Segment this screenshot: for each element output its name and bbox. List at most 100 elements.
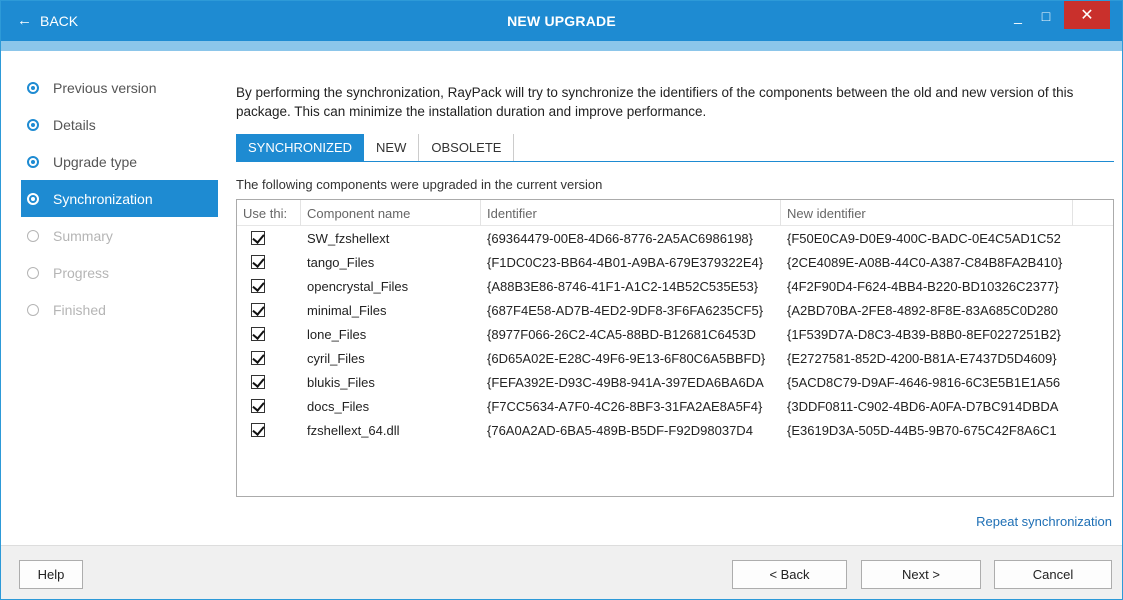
component-name-cell: lone_Files xyxy=(307,326,367,342)
step-previous-version[interactable]: Previous version xyxy=(21,69,218,106)
use-cell xyxy=(237,298,301,322)
use-checkbox[interactable] xyxy=(251,279,265,293)
component-name-cell: SW_fzshellext xyxy=(307,230,390,246)
table-row[interactable]: tango_Files {F1DC0C23-BB64-4B01-A9BA-679… xyxy=(237,250,1113,274)
grid-header: Use thi: Component name Identifier New i… xyxy=(237,200,1113,226)
new-identifier-cell: {1F539D7A-D8C3-4B39-B8B0-8EF0227251B2} xyxy=(787,326,1061,342)
use-cell xyxy=(237,226,301,250)
title-sub-bar xyxy=(1,41,1122,51)
repeat-synchronization-link[interactable]: Repeat synchronization xyxy=(976,514,1112,529)
use-checkbox[interactable] xyxy=(251,399,265,413)
new-identifier-cell: {F50E0CA9-D0E9-400C-BADC-0E4C5AD1C52 xyxy=(787,230,1061,246)
component-name-cell: minimal_Files xyxy=(307,302,387,318)
step-label: Finished xyxy=(53,301,106,318)
use-checkbox[interactable] xyxy=(251,231,265,245)
help-button[interactable]: Help xyxy=(19,560,83,589)
step-label: Summary xyxy=(53,227,113,244)
table-row[interactable]: SW_fzshellext {69364479-00E8-4D66-8776-2… xyxy=(237,226,1113,250)
component-name-cell: fzshellext_64.dll xyxy=(307,422,400,438)
new-identifier-cell: {5ACD8C79-D9AF-4646-9816-6C3E5B1E1A56 xyxy=(787,374,1061,390)
upgrade-window: ← BACK NEW UPGRADE _ □ ✕ Previous versio… xyxy=(0,0,1123,600)
new-identifier-cell: {E3619D3A-505D-44B5-9B70-675C42F8A6C1 xyxy=(787,422,1057,438)
wizard-steps: Previous version Details Upgrade type Sy… xyxy=(21,69,218,328)
use-cell xyxy=(237,418,301,442)
step-bullet-icon xyxy=(27,303,39,316)
use-checkbox[interactable] xyxy=(251,375,265,389)
title-bar: ← BACK NEW UPGRADE _ □ ✕ xyxy=(1,1,1122,41)
component-name-cell: opencrystal_Files xyxy=(307,278,409,294)
step-bullet-icon xyxy=(27,118,39,131)
maximize-icon[interactable]: □ xyxy=(1033,1,1059,31)
table-row[interactable]: docs_Files {F7CC5634-A7F0-4C26-8BF3-31FA… xyxy=(237,394,1113,418)
use-checkbox[interactable] xyxy=(251,351,265,365)
component-name-cell: docs_Files xyxy=(307,398,370,414)
grid-caption: The following components were upgraded i… xyxy=(236,177,603,192)
minimize-icon[interactable]: _ xyxy=(1005,1,1031,31)
component-name-cell: cyril_Files xyxy=(307,350,365,366)
use-cell xyxy=(237,346,301,370)
column-header-use[interactable]: Use thi: xyxy=(237,200,301,226)
window-title: NEW UPGRADE xyxy=(507,13,616,29)
new-identifier-cell: {E2727581-852D-4200-B81A-E7437D5D4609} xyxy=(787,350,1057,366)
table-row[interactable]: cyril_Files {6D65A02E-E28C-49F6-9E13-6F8… xyxy=(237,346,1113,370)
step-label: Progress xyxy=(53,264,110,281)
identifier-cell: {FEFA392E-D93C-49B8-941A-397EDA6BA6DA xyxy=(487,374,764,390)
step-finished: Finished xyxy=(21,291,218,328)
use-checkbox[interactable] xyxy=(251,255,265,269)
step-label: Previous version xyxy=(53,79,157,96)
new-identifier-cell: {A2BD70BA-2FE8-4892-8F8E-83A685C0D280 xyxy=(787,302,1059,318)
back-button[interactable]: < Back xyxy=(732,560,847,589)
component-name-cell: tango_Files xyxy=(307,254,375,270)
new-identifier-cell: {3DDF0811-C902-4BD6-A0FA-D7BC914DBDA xyxy=(787,398,1059,414)
step-synchronization[interactable]: Synchronization xyxy=(21,180,218,217)
step-bullet-icon xyxy=(27,155,39,168)
table-row[interactable]: minimal_Files {687F4E58-AD7B-4ED2-9DF8-3… xyxy=(237,298,1113,322)
step-details[interactable]: Details xyxy=(21,106,218,143)
step-bullet-icon xyxy=(27,266,39,279)
identifier-cell: {F1DC0C23-BB64-4B01-A9BA-679E379322E4} xyxy=(487,254,764,270)
use-cell xyxy=(237,274,301,298)
use-cell xyxy=(237,394,301,418)
use-checkbox[interactable] xyxy=(251,423,265,437)
cancel-button[interactable]: Cancel xyxy=(994,560,1112,589)
tab-new[interactable]: NEW xyxy=(364,134,420,161)
component-name-cell: blukis_Files xyxy=(307,374,375,390)
step-bullet-icon xyxy=(27,229,39,242)
tab-strip: SYNCHRONIZED NEW OBSOLETE xyxy=(236,134,1114,162)
tab-obsolete[interactable]: OBSOLETE xyxy=(419,134,515,161)
close-icon[interactable]: ✕ xyxy=(1064,1,1110,29)
step-label: Details xyxy=(53,116,96,133)
footer-bar: Help < Back Next > Cancel xyxy=(1,545,1122,599)
column-header-component-name[interactable]: Component name xyxy=(301,200,481,226)
use-checkbox[interactable] xyxy=(251,327,265,341)
step-progress: Progress xyxy=(21,254,218,291)
use-cell xyxy=(237,322,301,346)
step-bullet-icon xyxy=(27,81,39,94)
identifier-cell: {69364479-00E8-4D66-8776-2A5AC6986198} xyxy=(487,230,753,246)
use-cell xyxy=(237,370,301,394)
identifier-cell: {6D65A02E-E28C-49F6-9E13-6F80C6A5BBFD} xyxy=(487,350,766,366)
table-row[interactable]: blukis_Files {FEFA392E-D93C-49B8-941A-39… xyxy=(237,370,1113,394)
column-header-new-identifier[interactable]: New identifier xyxy=(781,200,1073,226)
step-label: Upgrade type xyxy=(53,153,138,170)
next-button[interactable]: Next > xyxy=(861,560,981,589)
identifier-cell: {A88B3E86-8746-41F1-A1C2-14B52C535E53} xyxy=(487,278,759,294)
tab-synchronized[interactable]: SYNCHRONIZED xyxy=(236,134,365,161)
use-cell xyxy=(237,250,301,274)
identifier-cell: {687F4E58-AD7B-4ED2-9DF8-3F6FA6235CF5} xyxy=(487,302,764,318)
table-row[interactable]: fzshellext_64.dll {76A0A2AD-6BA5-489B-B5… xyxy=(237,418,1113,442)
column-header-identifier[interactable]: Identifier xyxy=(481,200,781,226)
identifier-cell: {F7CC5634-A7F0-4C26-8BF3-31FA2AE8A5F4} xyxy=(487,398,763,414)
new-identifier-cell: {2CE4089E-A08B-44C0-A387-C84B8FA2B410} xyxy=(787,254,1063,270)
step-upgrade-type[interactable]: Upgrade type xyxy=(21,143,218,180)
step-summary: Summary xyxy=(21,217,218,254)
table-row[interactable]: opencrystal_Files {A88B3E86-8746-41F1-A1… xyxy=(237,274,1113,298)
new-identifier-cell: {4F2F90D4-F624-4BB4-B220-BD10326C2377} xyxy=(787,278,1059,294)
identifier-cell: {8977F066-26C2-4CA5-88BD-B12681C6453D xyxy=(487,326,756,342)
components-grid: Use thi: Component name Identifier New i… xyxy=(236,199,1114,497)
identifier-cell: {76A0A2AD-6BA5-489B-B5DF-F92D98037D4 xyxy=(487,422,753,438)
use-checkbox[interactable] xyxy=(251,303,265,317)
table-row[interactable]: lone_Files {8977F066-26C2-4CA5-88BD-B126… xyxy=(237,322,1113,346)
step-label: Synchronization xyxy=(53,190,153,207)
step-bullet-icon xyxy=(27,192,39,205)
